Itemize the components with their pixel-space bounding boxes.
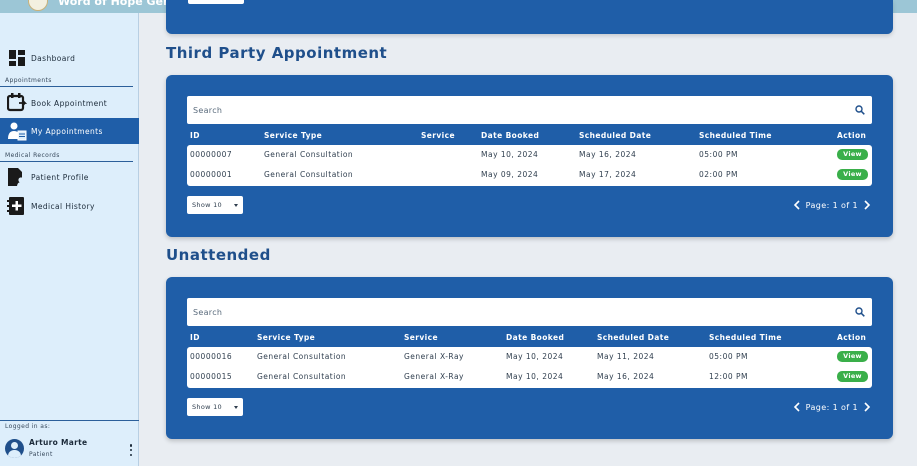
pagination: Page: 1 of 1 bbox=[792, 199, 872, 211]
cell-scheduled-time: 02:00 PM bbox=[699, 170, 738, 179]
table-row: 00000015 General Consultation General X-… bbox=[187, 367, 872, 387]
chevron-down-icon bbox=[234, 406, 238, 409]
table-body: 00000007 General Consultation May 10, 20… bbox=[187, 145, 872, 186]
page-indicator: Page: 1 of 1 bbox=[805, 200, 858, 210]
page-indicator: Page: 1 of 1 bbox=[805, 402, 858, 412]
section-title-unattended: Unattended bbox=[166, 246, 271, 264]
sidebar-item-dashboard[interactable]: Dashboard bbox=[0, 45, 139, 71]
more-options-icon[interactable] bbox=[129, 444, 133, 456]
cell-date-booked: May 10, 2024 bbox=[481, 150, 539, 159]
show-entries-select[interactable]: Show 10 bbox=[187, 398, 243, 416]
sidebar-item-label: Patient Profile bbox=[31, 172, 89, 182]
section-divider bbox=[0, 161, 133, 162]
patient-profile-icon bbox=[7, 167, 27, 187]
medical-history-icon bbox=[7, 196, 27, 216]
column-header-service: Service bbox=[421, 131, 455, 140]
show-entries-value: Show 10 bbox=[192, 403, 222, 411]
table-row: 00000001 General Consultation May 09, 20… bbox=[187, 165, 872, 185]
column-header-service-type: Service Type bbox=[257, 333, 316, 342]
column-header-service: Service bbox=[404, 333, 438, 342]
previous-card bbox=[166, 0, 893, 34]
show-entries-value: Show 10 bbox=[192, 201, 222, 209]
chevron-down-icon bbox=[234, 204, 238, 207]
avatar bbox=[5, 439, 24, 458]
next-page-icon[interactable] bbox=[862, 199, 872, 211]
show-entries-select[interactable]: Show 10 bbox=[187, 196, 243, 214]
cell-scheduled-time: 05:00 PM bbox=[709, 352, 748, 361]
sidebar-item-patient-profile[interactable]: Patient Profile bbox=[0, 164, 139, 190]
cell-date-booked: May 09, 2024 bbox=[481, 170, 539, 179]
section-divider bbox=[0, 86, 133, 87]
search-input[interactable] bbox=[193, 304, 833, 320]
next-page-icon[interactable] bbox=[862, 401, 872, 413]
sidebar-item-my-appointments[interactable]: My Appointments bbox=[0, 118, 139, 144]
user-role: Patient bbox=[29, 451, 53, 458]
search-input[interactable] bbox=[193, 102, 833, 118]
cell-date-booked: May 10, 2024 bbox=[506, 372, 564, 381]
cell-id: 00000016 bbox=[190, 352, 233, 361]
section-label-medical-records: Medical Records bbox=[5, 152, 60, 159]
logged-in-divider bbox=[0, 420, 139, 421]
column-header-scheduled-time: Scheduled Time bbox=[709, 333, 782, 342]
cell-id: 00000007 bbox=[190, 150, 233, 159]
unattended-card: ID Service Type Service Date Booked Sche… bbox=[166, 277, 893, 439]
user-name: Arturo Marte bbox=[29, 438, 88, 447]
column-header-scheduled-date: Scheduled Date bbox=[579, 131, 652, 140]
table-row: 00000007 General Consultation May 10, 20… bbox=[187, 145, 872, 165]
table-body: 00000016 General Consultation General X-… bbox=[187, 347, 872, 388]
column-header-scheduled-time: Scheduled Time bbox=[699, 131, 772, 140]
view-button[interactable]: View bbox=[837, 149, 868, 160]
column-header-date-booked: Date Booked bbox=[506, 333, 565, 342]
cell-service-type: General Consultation bbox=[264, 170, 354, 179]
column-header-action: Action bbox=[837, 131, 867, 140]
appointments-icon bbox=[7, 121, 27, 141]
calendar-icon bbox=[7, 93, 27, 113]
cell-service-type: General Consultation bbox=[257, 372, 347, 381]
column-header-scheduled-date: Scheduled Date bbox=[597, 333, 670, 342]
prev-page-icon[interactable] bbox=[792, 401, 802, 413]
cell-scheduled-date: May 11, 2024 bbox=[597, 352, 655, 361]
search-icon[interactable] bbox=[855, 307, 865, 317]
dashboard-icon bbox=[7, 48, 27, 68]
search-icon[interactable] bbox=[855, 105, 865, 115]
cell-scheduled-time: 12:00 PM bbox=[709, 372, 748, 381]
sidebar-item-label: Book Appointment bbox=[31, 98, 108, 108]
column-header-date-booked: Date Booked bbox=[481, 131, 540, 140]
hospital-logo bbox=[28, 0, 48, 11]
sidebar-item-label: My Appointments bbox=[31, 126, 103, 136]
cell-service: General X-Ray bbox=[404, 372, 464, 381]
section-label-appointments: Appointments bbox=[5, 77, 52, 84]
column-header-id: ID bbox=[190, 131, 200, 140]
previous-card-control bbox=[188, 0, 244, 4]
cell-service-type: General Consultation bbox=[264, 150, 354, 159]
sidebar-item-medical-history[interactable]: Medical History bbox=[0, 193, 139, 219]
column-header-service-type: Service Type bbox=[264, 131, 323, 140]
sidebar-item-label: Medical History bbox=[31, 201, 95, 211]
view-button[interactable]: View bbox=[837, 351, 868, 362]
cell-scheduled-date: May 17, 2024 bbox=[579, 170, 637, 179]
sidebar-item-book-appointment[interactable]: Book Appointment bbox=[0, 90, 139, 116]
cell-id: 00000001 bbox=[190, 170, 233, 179]
cell-date-booked: May 10, 2024 bbox=[506, 352, 564, 361]
cell-id: 00000015 bbox=[190, 372, 233, 381]
table-row: 00000016 General Consultation General X-… bbox=[187, 347, 872, 367]
cell-scheduled-time: 05:00 PM bbox=[699, 150, 738, 159]
search-box bbox=[187, 298, 872, 326]
cell-service-type: General Consultation bbox=[257, 352, 347, 361]
column-header-id: ID bbox=[190, 333, 200, 342]
search-box bbox=[187, 96, 872, 124]
pagination: Page: 1 of 1 bbox=[792, 401, 872, 413]
third-party-card: ID Service Type Service Date Booked Sche… bbox=[166, 75, 893, 237]
sidebar: Dashboard Appointments Book Appointment … bbox=[0, 13, 139, 466]
section-title-third-party: Third Party Appointment bbox=[166, 44, 388, 62]
column-header-action: Action bbox=[837, 333, 867, 342]
cell-service: General X-Ray bbox=[404, 352, 464, 361]
view-button[interactable]: View bbox=[837, 371, 868, 382]
prev-page-icon[interactable] bbox=[792, 199, 802, 211]
sidebar-item-label: Dashboard bbox=[31, 53, 76, 63]
cell-scheduled-date: May 16, 2024 bbox=[597, 372, 655, 381]
view-button[interactable]: View bbox=[837, 169, 868, 180]
logged-in-label: Logged in as: bbox=[5, 423, 51, 430]
cell-scheduled-date: May 16, 2024 bbox=[579, 150, 637, 159]
